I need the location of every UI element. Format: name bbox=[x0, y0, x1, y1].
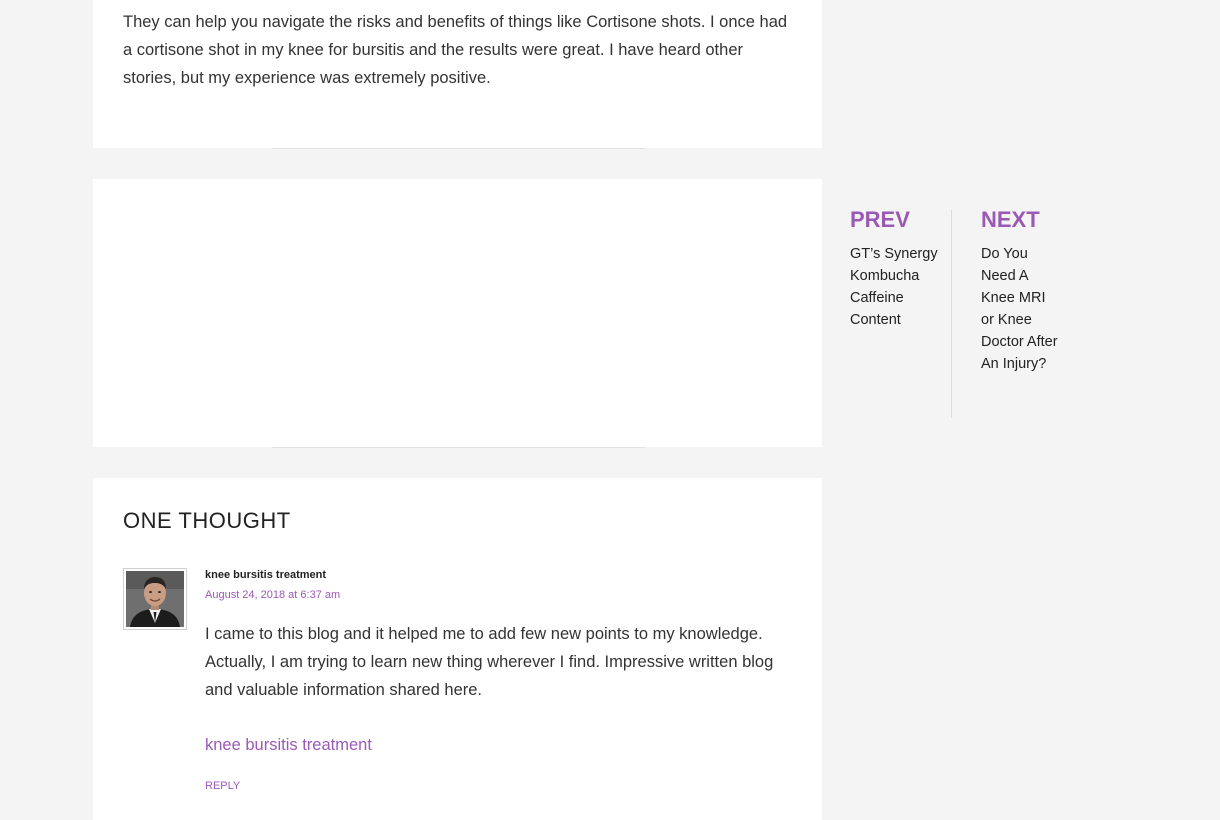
prev-post-link[interactable]: GT’s Synergy Kombucha Caffeine Content bbox=[850, 243, 940, 331]
empty-content-card bbox=[93, 179, 822, 447]
prev-post-nav[interactable]: PREV GT’s Synergy Kombucha Caffeine Cont… bbox=[850, 207, 940, 331]
next-post-nav[interactable]: NEXT Do You Need A Knee MRI or Knee Doct… bbox=[981, 207, 1061, 375]
divider bbox=[272, 447, 645, 448]
article-paragraph: They can help you navigate the risks and… bbox=[123, 13, 788, 87]
user-avatar-photo-icon bbox=[126, 571, 184, 627]
nav-separator bbox=[951, 210, 952, 418]
avatar bbox=[123, 568, 187, 630]
reply-button[interactable]: REPLY bbox=[205, 780, 240, 792]
comment-author-link[interactable]: knee bursitis treatment bbox=[205, 736, 372, 755]
next-post-link[interactable]: Do You Need A Knee MRI or Knee Doctor Af… bbox=[981, 243, 1061, 375]
prev-label: PREV bbox=[850, 207, 910, 232]
comment-author: knee bursitis treatment bbox=[205, 569, 327, 581]
comment-date-link[interactable]: August 24, 2018 at 6:37 am bbox=[205, 589, 340, 601]
next-label: NEXT bbox=[981, 207, 1040, 232]
divider bbox=[272, 148, 645, 149]
comment-text: I came to this blog and it helped me to … bbox=[205, 625, 774, 699]
comments-title: ONE THOUGHT bbox=[123, 508, 291, 533]
article-content-card: They can help you navigate the risks and… bbox=[93, 0, 822, 148]
comments-section: ONE THOUGHT knee bursitis treatment Augu… bbox=[93, 478, 822, 820]
